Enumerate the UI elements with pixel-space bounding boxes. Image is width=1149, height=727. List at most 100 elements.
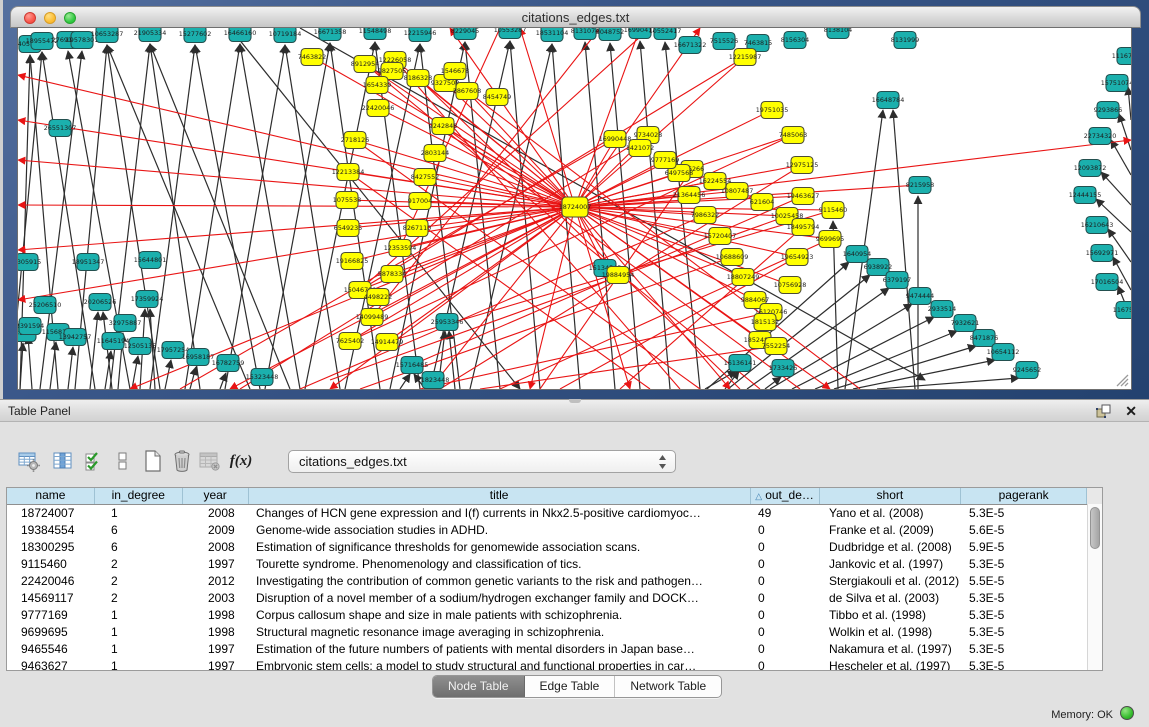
cell-name: 9777169: [7, 607, 95, 624]
citation-edge-black: [150, 45, 195, 389]
node-label: 4498222: [364, 293, 392, 301]
table-row[interactable]: 946554611997Estimation of the future num…: [7, 641, 1102, 658]
function-builder-button[interactable]: f(x): [228, 448, 254, 474]
cell-name: 9115460: [7, 556, 95, 573]
table-row[interactable]: 1830029562008Estimation of significance …: [7, 539, 1102, 556]
column-header-name[interactable]: name: [7, 488, 95, 504]
table-panel-header: Table Panel ✕: [0, 399, 1149, 422]
column-header-short[interactable]: short: [820, 488, 962, 504]
table-selector[interactable]: citations_edges.txt: [288, 450, 676, 473]
select-arrows-icon: [658, 454, 667, 470]
cell-in_degree: 2: [95, 556, 183, 573]
cell-title: Embryonic stem cells: a model to study s…: [249, 658, 752, 671]
node-label: 21364456: [673, 191, 706, 199]
citation-edge-red: [395, 60, 680, 389]
table-selector-value: citations_edges.txt: [299, 454, 407, 469]
node-label: 1654339: [363, 81, 391, 89]
table-row[interactable]: 1938455462009Genome-wide association stu…: [7, 522, 1102, 539]
tab-network-table[interactable]: Network Table: [615, 676, 721, 697]
table-row[interactable]: 969969511998Structural magnetic resonanc…: [7, 624, 1102, 641]
citation-edge-black: [90, 312, 98, 389]
table-settings-button[interactable]: [16, 448, 42, 474]
cell-in_degree: 6: [95, 522, 183, 539]
cell-out_de: 0: [752, 590, 821, 607]
column-header-year[interactable]: year: [183, 488, 249, 504]
node-label: 18495794: [787, 223, 820, 231]
cell-year: 1997: [183, 556, 249, 573]
node-label: 7625402: [336, 337, 364, 345]
network-canvas[interactable]: 2405572418955472276914061957830110653287…: [18, 28, 1131, 389]
table-row[interactable]: 977716911998Corpus callosum shape and si…: [7, 607, 1102, 624]
citation-edge-black: [1111, 140, 1131, 175]
node-label: 8267110: [403, 224, 431, 232]
citation-edge-red: [420, 312, 771, 389]
cell-year: 2003: [183, 590, 249, 607]
select-all-button[interactable]: [81, 448, 107, 474]
node-label: 15323448: [246, 373, 279, 381]
cell-short: Stergiakouli et al. (2012): [821, 573, 963, 590]
node-label: 10654112: [987, 348, 1020, 356]
citation-edge-black: [1101, 172, 1131, 205]
table-row[interactable]: 911546021997Tourette syndrome. Phenomeno…: [7, 556, 1102, 573]
node-label: 10688609: [716, 253, 749, 261]
node-label: 10553287: [494, 28, 527, 34]
node-label: 10719184: [269, 30, 302, 38]
tab-node-table[interactable]: Node Table: [433, 676, 525, 697]
column-header-title[interactable]: title: [249, 488, 751, 504]
deselect-all-button[interactable]: [110, 448, 136, 474]
node-label: 10807487: [721, 187, 754, 195]
table-scrollbar[interactable]: [1087, 504, 1102, 670]
scrollbar-thumb[interactable]: [1090, 507, 1100, 549]
node-label: 9242848: [429, 122, 457, 130]
delete-column-button[interactable]: [169, 448, 195, 474]
node-label: 8186328: [404, 74, 432, 82]
cell-name: 22420046: [7, 573, 95, 590]
node-label: 12444155: [1069, 191, 1102, 199]
node-label: 22734320: [1084, 132, 1117, 140]
splitter-handle[interactable]: [569, 399, 581, 403]
cell-out_de: 0: [752, 624, 821, 641]
node-label: 10552417: [649, 28, 682, 35]
citation-edge-red: [18, 160, 575, 207]
close-panel-icon[interactable]: ✕: [1125, 402, 1137, 420]
delete-table-button[interactable]: [197, 448, 223, 474]
cell-short: Tibbo et al. (1998): [821, 607, 963, 624]
node-label: 17016504: [1091, 278, 1124, 286]
node-label: 9474444: [906, 292, 934, 300]
citation-edge-black: [195, 45, 260, 389]
resize-grip-icon[interactable]: [1115, 373, 1129, 387]
cell-title: Estimation of the future numbers of pati…: [249, 641, 752, 658]
node-label: 2867608: [453, 87, 481, 95]
new-column-button[interactable]: [140, 448, 166, 474]
node-label: 12215987: [729, 53, 762, 61]
column-header-out_de[interactable]: △out_de…: [751, 488, 820, 504]
window-title: citations_edges.txt: [11, 10, 1140, 25]
cell-name: 14569117: [7, 590, 95, 607]
table-row[interactable]: 946362711997Embryonic stem cells: a mode…: [7, 658, 1102, 671]
citation-edge-red: [467, 91, 575, 207]
float-panel-icon[interactable]: [1095, 403, 1113, 419]
citation-edge-black: [285, 45, 340, 389]
citation-edge-red: [300, 215, 705, 389]
node-label: 16466160: [224, 29, 257, 37]
cell-in_degree: 6: [95, 539, 183, 556]
node-label: 8138104: [824, 28, 852, 34]
citation-edge-red: [18, 205, 575, 207]
column-header-pagerank[interactable]: pagerank: [961, 488, 1087, 504]
tab-edge-table[interactable]: Edge Table: [525, 676, 616, 697]
cell-out_de: 0: [752, 573, 821, 590]
table-row[interactable]: 2242004622012Investigating the contribut…: [7, 573, 1102, 590]
network-window-titlebar[interactable]: citations_edges.txt: [10, 6, 1141, 28]
show-columns-button[interactable]: [50, 448, 76, 474]
citation-edge-black: [132, 356, 138, 389]
cell-pagerank: 5.3E-5: [963, 607, 1089, 624]
citation-edge-red: [355, 140, 575, 207]
citation-edge-black: [893, 110, 915, 389]
table-row[interactable]: 1872400712008Changes of HCN gene express…: [7, 505, 1102, 522]
node-label: 16782759: [212, 359, 245, 367]
node-label: 2803144: [421, 149, 449, 157]
node-label: 6379197: [883, 276, 911, 284]
table-row[interactable]: 1456911722003Disruption of a novel membe…: [7, 590, 1102, 607]
node-table[interactable]: namein_degreeyeartitle△out_de…shortpager…: [6, 487, 1103, 671]
column-header-in_degree[interactable]: in_degree: [95, 488, 183, 504]
